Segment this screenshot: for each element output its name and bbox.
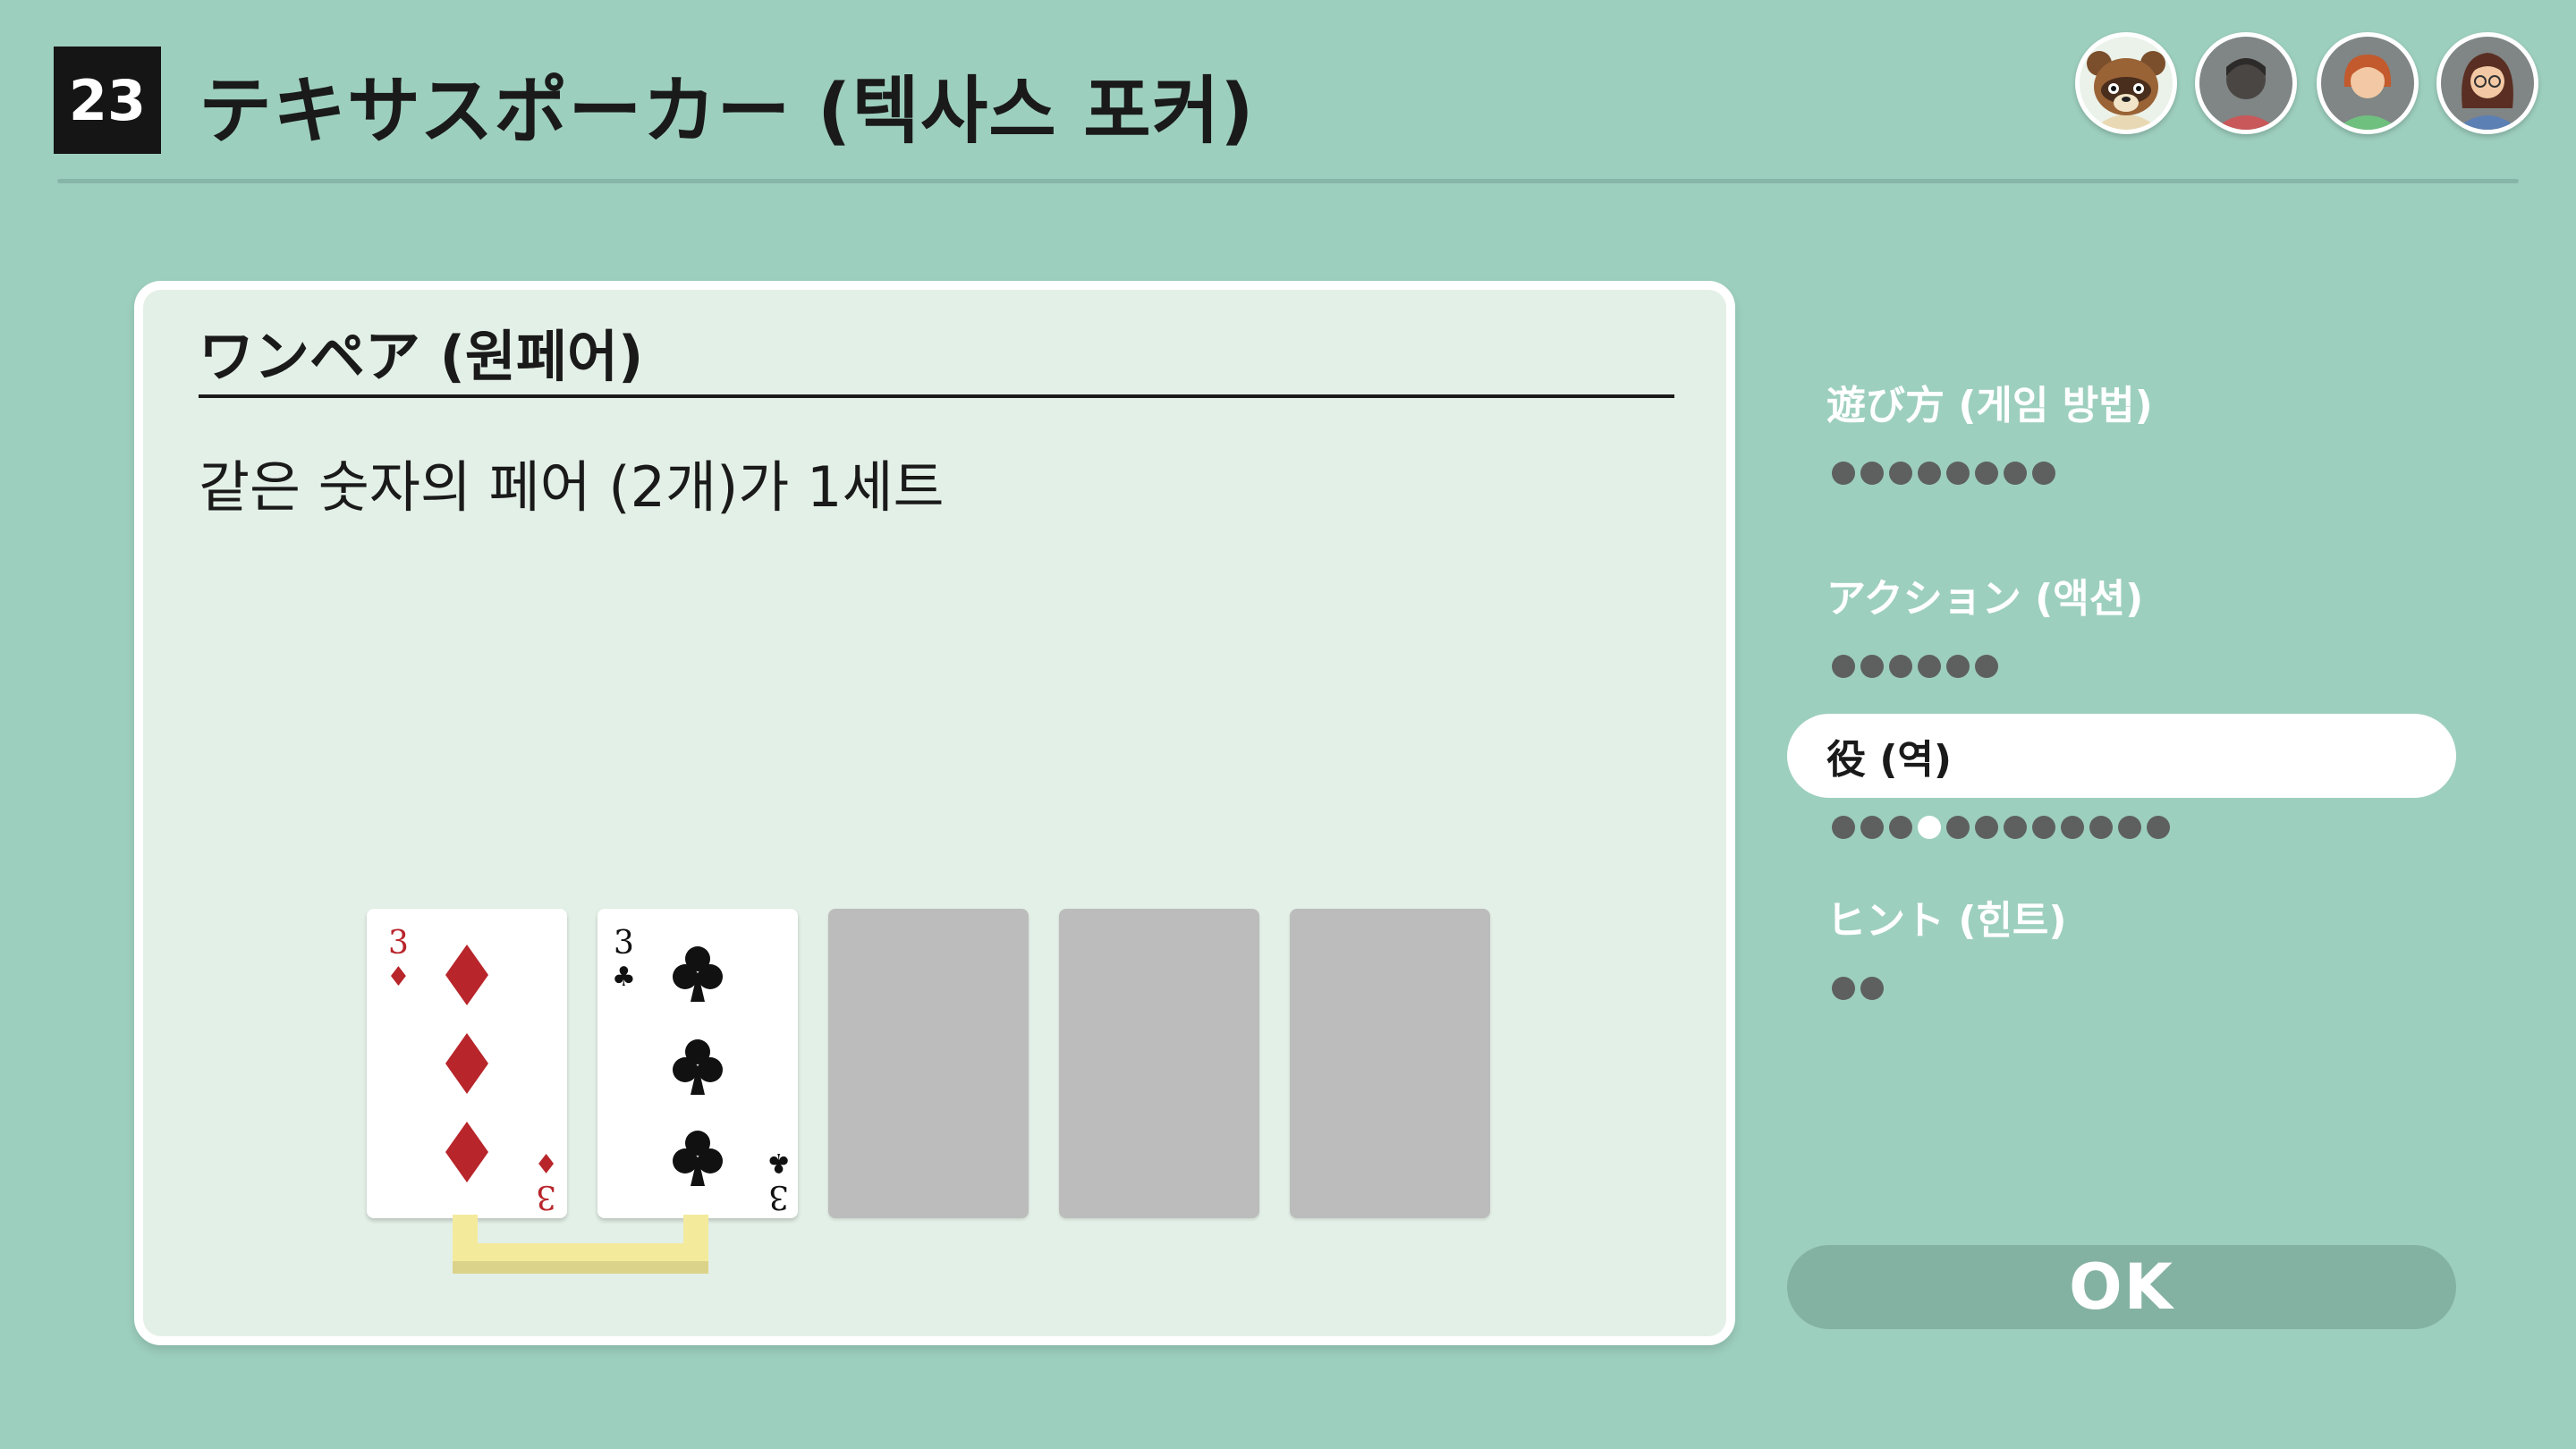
page-dot: [1975, 462, 1998, 485]
player-avatar-redhair: [2317, 32, 2419, 134]
page-dot: [2147, 816, 2170, 839]
empty-card-slot: [1059, 909, 1259, 1218]
page-dot: [1832, 977, 1855, 1000]
card-suit-label-inverted: ♣: [767, 1147, 791, 1178]
ok-button[interactable]: OK: [1787, 1245, 2456, 1329]
page-dots-actions: [1832, 653, 1998, 680]
page-dot: [2032, 816, 2055, 839]
header-divider: [57, 179, 2519, 183]
card-rank-label: 3: [388, 925, 409, 962]
page-dots-hands: [1832, 814, 2170, 841]
page-dot: [2118, 816, 2141, 839]
player-avatar-gray: [2195, 32, 2297, 134]
card-rank-label-inverted: 3: [768, 1178, 789, 1215]
page-dot: [1889, 462, 1912, 485]
page-dot: [1832, 816, 1855, 839]
page-dot: [1918, 462, 1941, 485]
menu-item-how-to-play[interactable]: 遊び方 (게임 방법): [1787, 360, 2456, 444]
hand-name-heading: ワンペア (원페어): [199, 324, 644, 389]
empty-card-slot: [1290, 909, 1490, 1218]
page-dot: [1860, 977, 1884, 1000]
page-dots-hints: [1832, 975, 1884, 1002]
card-suit-label-inverted: ♦: [534, 1147, 558, 1178]
game-title: テキサスポーカー (텍사스 포커): [199, 68, 1255, 154]
page-dot: [1832, 462, 1855, 485]
page-dot: [2061, 816, 2084, 839]
hand-explanation-panel: ワンペア (원페어) 같은 숫자의 페어 (2개)가 1세트 3 ♦ 3 ♦ 3…: [134, 281, 1735, 1345]
menu-item-hands[interactable]: 役 (역): [1787, 714, 2456, 798]
page-dot: [1946, 816, 1970, 839]
page-dot: [1860, 655, 1884, 678]
game-number-badge: 23: [54, 47, 161, 154]
page-dots-how-to-play: [1832, 460, 2055, 487]
card-3-of-clubs: 3 ♣ 3 ♣: [597, 909, 798, 1218]
card-suit-label: ♣: [612, 962, 636, 993]
page-dot: [1832, 655, 1855, 678]
player-avatar-glasses: [2436, 32, 2538, 134]
card-rank-label: 3: [614, 925, 634, 962]
page-dot: [1946, 655, 1970, 678]
page-dot: [1975, 655, 1998, 678]
page-dot: [2004, 462, 2027, 485]
raccoon-avatar: [2075, 32, 2177, 134]
page-dot: [2004, 816, 2027, 839]
page-dot: [1889, 816, 1912, 839]
page-dot: [2089, 816, 2113, 839]
page-dot: [1946, 462, 1970, 485]
page-dot: [2032, 462, 2055, 485]
hand-description: 같은 숫자의 페어 (2개)가 1세트: [199, 454, 945, 520]
page-dot: [1860, 462, 1884, 485]
card-3-of-diamonds: 3 ♦ 3 ♦: [367, 909, 567, 1218]
heading-divider: [199, 394, 1674, 398]
menu-item-hints[interactable]: ヒント (힌트): [1787, 875, 2456, 959]
card-suit-label: ♦: [386, 962, 411, 993]
page-dot: [1975, 816, 1998, 839]
page-dot: [1889, 655, 1912, 678]
empty-card-slot: [828, 909, 1029, 1218]
card-rank-label-inverted: 3: [536, 1178, 556, 1215]
menu-item-actions[interactable]: アクション (액션): [1787, 553, 2456, 637]
page-dot: [1860, 816, 1884, 839]
page-dot-current: [1918, 816, 1941, 839]
page-dot: [1918, 655, 1941, 678]
pair-highlight-bracket: [453, 1243, 708, 1274]
